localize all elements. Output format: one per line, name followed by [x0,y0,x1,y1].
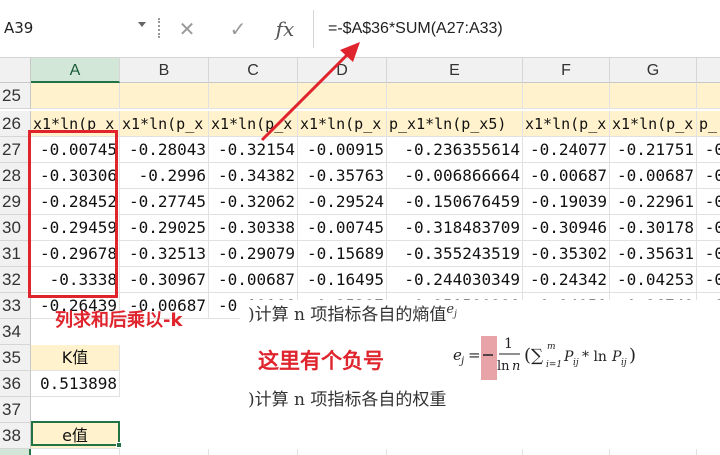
annotation-arrow [260,42,360,142]
spreadsheet-window: A39 ✕ ✓ fx =-$A$36*SUM(A27:A33) ABCDEFG2… [0,0,720,455]
fill-handle[interactable] [116,442,122,448]
active-cell-outline [31,421,120,446]
